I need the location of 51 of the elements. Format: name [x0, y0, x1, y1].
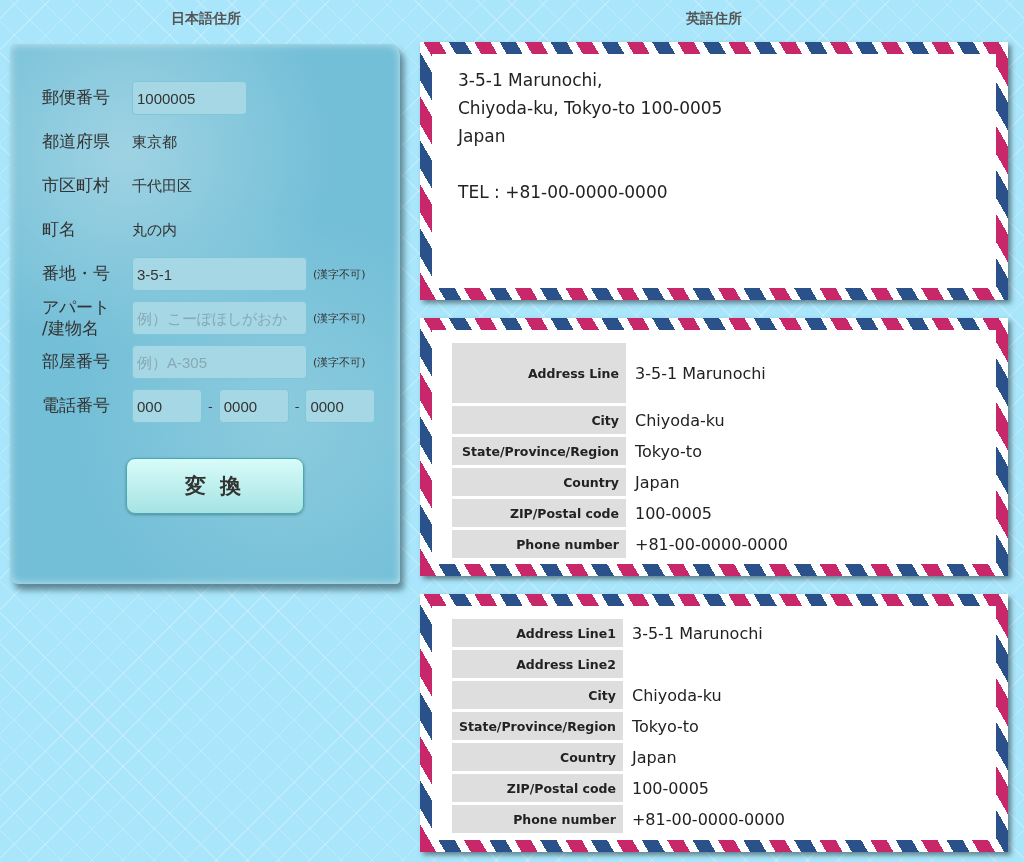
- label-cell: State/Province/Region: [452, 437, 626, 465]
- value-cell-text: Chiyoda-ku: [634, 409, 726, 432]
- label-cell: City: [452, 681, 623, 709]
- field-label: 町名: [42, 219, 77, 241]
- label-cell: Address Line2: [452, 650, 623, 678]
- input-field[interactable]: 1000005: [132, 81, 247, 115]
- input-field[interactable]: 3-5-1: [132, 257, 307, 291]
- label-cell: Country: [452, 743, 623, 771]
- field-label: 郵便番号: [42, 87, 111, 109]
- label-cell: Country: [452, 468, 626, 496]
- label-cell: ZIP/Postal code: [452, 774, 623, 802]
- field-value: 東京都: [132, 132, 177, 152]
- label-cell: Address Line: [452, 343, 626, 403]
- label-cell: Phone number: [452, 805, 623, 833]
- value-cell-text: Japan: [633, 471, 681, 494]
- label-cell: Phone number: [452, 530, 626, 558]
- section-heading: 日本語住所: [171, 9, 241, 28]
- separator-text: -: [208, 398, 213, 414]
- address-text: 3-5-1 Marunochi, Chiyoda-ku, Tokyo-to 100-0005 Japan: [458, 69, 723, 148]
- field-value: 千代田区: [132, 176, 192, 196]
- address-text: TEL : +81-00-0000-0000: [458, 181, 668, 204]
- value-cell-text: Tokyo-to: [630, 715, 700, 738]
- input-field[interactable]: 0000: [218, 389, 289, 423]
- label-cell: State/Province/Region: [452, 712, 623, 740]
- field-note: (漢字不可): [313, 354, 366, 370]
- input-field[interactable]: 0000: [305, 389, 376, 423]
- field-label: 番地・号: [42, 263, 111, 285]
- value-cell-text: Chiyoda-ku: [630, 684, 723, 707]
- value-cell-text: 3-5-1 Marunochi: [634, 362, 767, 385]
- field-label: 部屋番号: [42, 351, 111, 373]
- label-cell: Address Line1: [452, 619, 623, 647]
- field-label: 市区町村: [42, 175, 111, 197]
- separator-text: -: [294, 398, 300, 414]
- value-cell-text: Tokyo-to: [634, 440, 703, 463]
- value-cell-text: Japan: [630, 746, 678, 769]
- field-label: 都道府県: [42, 131, 111, 153]
- value-cell-text: 100-0005: [630, 777, 710, 800]
- field-note: (漢字不可): [313, 266, 366, 282]
- field-note: (漢字不可): [313, 310, 366, 326]
- field-value: 丸の内: [132, 220, 177, 240]
- value-cell-text: +81-00-0000-0000: [634, 533, 789, 556]
- value-cell-text: 100-0005: [634, 502, 714, 525]
- value-cell-text: +81-00-0000-0000: [630, 808, 786, 831]
- input-field[interactable]: 000: [132, 389, 202, 423]
- field-label: 電話番号: [42, 395, 111, 417]
- section-heading: 英語住所: [686, 9, 742, 28]
- field-label: アパート /建物名: [42, 296, 111, 340]
- convert-button[interactable]: 変 換: [126, 458, 304, 514]
- label-cell: ZIP/Postal code: [452, 499, 626, 527]
- label-cell: City: [452, 406, 626, 434]
- value-cell-text: 3-5-1 Marunochi: [630, 622, 764, 645]
